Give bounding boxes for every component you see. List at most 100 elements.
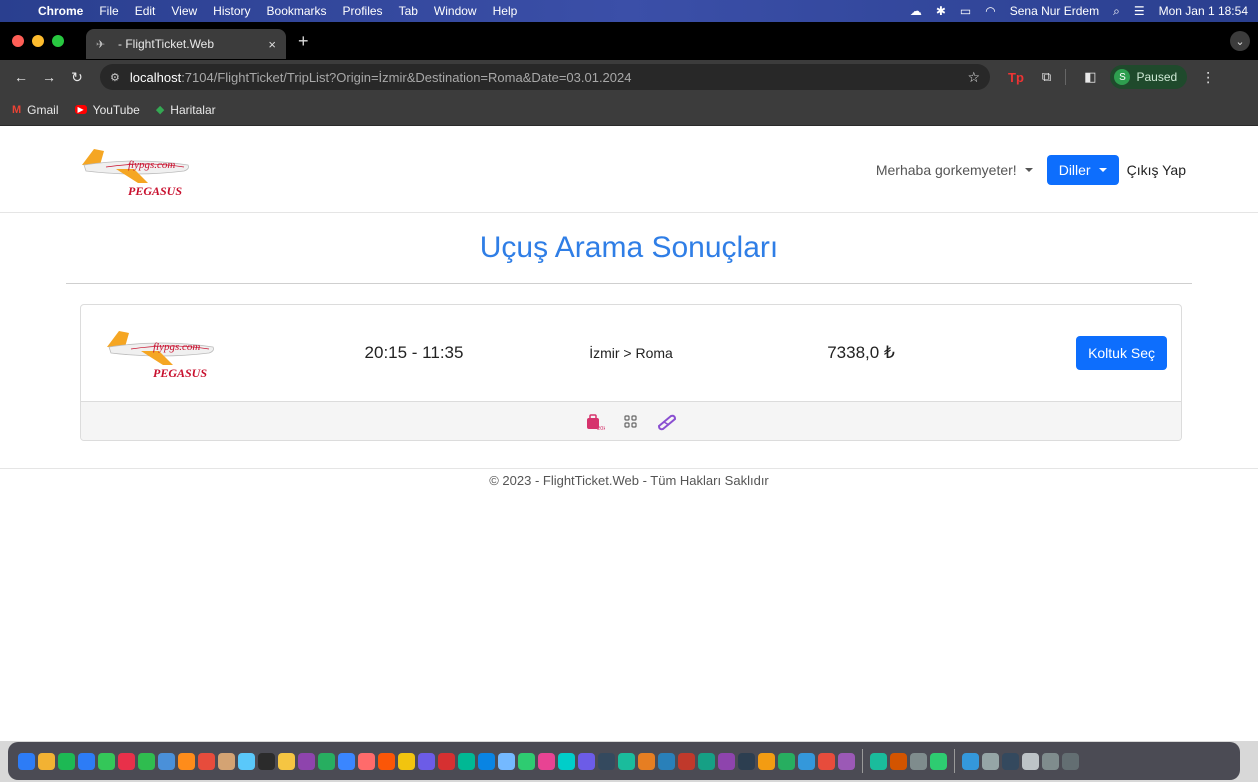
- pegasus-logo[interactable]: flypgs.com PEGASUS: [76, 143, 196, 199]
- zoom-window-button[interactable]: [52, 35, 64, 47]
- dock-app-icon[interactable]: [198, 752, 215, 770]
- dock-app-icon[interactable]: [518, 752, 535, 770]
- dock-app-icon[interactable]: [658, 752, 675, 770]
- minimize-window-button[interactable]: [32, 35, 44, 47]
- dock-app-icon[interactable]: [818, 752, 835, 770]
- dock-app-icon[interactable]: [758, 752, 775, 770]
- dock-app-icon[interactable]: [178, 752, 195, 770]
- bookmark-gmail[interactable]: M Gmail: [12, 103, 59, 117]
- dock-app-icon[interactable]: [318, 752, 335, 770]
- dock-app-icon[interactable]: [538, 752, 555, 770]
- dock-app-icon[interactable]: [418, 752, 435, 770]
- menu-view[interactable]: View: [171, 4, 197, 18]
- bluetooth-icon[interactable]: ✱: [936, 4, 946, 18]
- control-center-icon[interactable]: ☰: [1134, 4, 1145, 18]
- tab-search-icon[interactable]: ⌄: [1230, 31, 1250, 51]
- dock-app-icon[interactable]: [338, 752, 355, 770]
- menu-help[interactable]: Help: [493, 4, 518, 18]
- dock-app-icon[interactable]: [298, 752, 315, 770]
- baggage-icon: 20kg: [584, 413, 606, 431]
- dock-app-icon[interactable]: [982, 752, 999, 770]
- logout-link[interactable]: Çıkış Yap: [1127, 162, 1186, 178]
- menu-clock[interactable]: Mon Jan 1 18:54: [1159, 4, 1248, 18]
- greeting-text: Merhaba gorkemyeter!: [875, 162, 1017, 178]
- dock-app-icon[interactable]: [678, 752, 695, 770]
- cloud-icon[interactable]: ☁: [910, 4, 922, 18]
- menu-history[interactable]: History: [213, 4, 250, 18]
- wifi-icon[interactable]: ◠: [985, 4, 995, 18]
- dock-app-icon[interactable]: [738, 752, 755, 770]
- dock-app-icon[interactable]: [118, 752, 135, 770]
- dock-app-icon[interactable]: [578, 752, 595, 770]
- dock-app-icon[interactable]: [1042, 752, 1059, 770]
- new-tab-button[interactable]: +: [298, 31, 309, 52]
- dock-app-icon[interactable]: [478, 752, 495, 770]
- site-info-icon[interactable]: ⚙: [110, 71, 120, 84]
- extension-tp-icon[interactable]: Tp: [1008, 70, 1024, 85]
- dock-app-icon[interactable]: [18, 752, 35, 770]
- select-seat-button[interactable]: Koltuk Seç: [1076, 336, 1167, 370]
- dock-app-icon[interactable]: [358, 752, 375, 770]
- dock-app-icon[interactable]: [98, 752, 115, 770]
- reload-icon[interactable]: ↻: [66, 69, 88, 86]
- dock-app-icon[interactable]: [158, 752, 175, 770]
- dock-app-icon[interactable]: [870, 752, 887, 770]
- bookmarks-bar: M Gmail ▶ YouTube ◆ Haritalar: [0, 94, 1258, 126]
- address-bar[interactable]: ⚙ localhost :7104/FlightTicket/TripList?…: [100, 64, 990, 90]
- forward-icon[interactable]: →: [38, 69, 60, 85]
- dock-app-icon[interactable]: [498, 752, 515, 770]
- menu-user-name[interactable]: Sena Nur Erdem: [1010, 4, 1099, 18]
- battery-icon[interactable]: ▭: [960, 4, 971, 18]
- menu-app-chrome[interactable]: Chrome: [38, 4, 83, 18]
- dock-app-icon[interactable]: [458, 752, 475, 770]
- search-icon[interactable]: ⌕: [1113, 4, 1120, 19]
- dock-app-icon[interactable]: [138, 752, 155, 770]
- dock-app-icon[interactable]: [38, 752, 55, 770]
- dock-app-icon[interactable]: [58, 752, 75, 770]
- menu-window[interactable]: Window: [434, 4, 477, 18]
- profile-button[interactable]: S Paused: [1110, 65, 1188, 89]
- dock-app-icon[interactable]: [890, 752, 907, 770]
- dock-app-icon[interactable]: [1022, 752, 1039, 770]
- menu-edit[interactable]: Edit: [135, 4, 156, 18]
- bookmark-haritalar[interactable]: ◆ Haritalar: [156, 103, 216, 117]
- dock-app-icon[interactable]: [378, 752, 395, 770]
- menu-bookmarks[interactable]: Bookmarks: [267, 4, 327, 18]
- menu-tab[interactable]: Tab: [399, 4, 418, 18]
- dock-app-icon[interactable]: [398, 752, 415, 770]
- bookmark-youtube[interactable]: ▶ YouTube: [74, 103, 140, 117]
- dock-app-icon[interactable]: [698, 752, 715, 770]
- dock-app-icon[interactable]: [638, 752, 655, 770]
- flight-route: İzmir > Roma: [589, 345, 673, 361]
- dock-app-icon[interactable]: [910, 752, 927, 770]
- dock-app-icon[interactable]: [278, 752, 295, 770]
- side-panel-icon[interactable]: ◧: [1084, 69, 1096, 85]
- dock-app-icon[interactable]: [838, 752, 855, 770]
- user-dropdown[interactable]: Merhaba gorkemyeter!: [876, 162, 1033, 178]
- dock-app-icon[interactable]: [1062, 752, 1079, 770]
- dock-app-icon[interactable]: [1002, 752, 1019, 770]
- back-icon[interactable]: ←: [10, 69, 32, 85]
- menu-profiles[interactable]: Profiles: [343, 4, 383, 18]
- close-window-button[interactable]: [12, 35, 24, 47]
- dock-app-icon[interactable]: [258, 752, 275, 770]
- dock-app-icon[interactable]: [238, 752, 255, 770]
- dock-app-icon[interactable]: [438, 752, 455, 770]
- dock-app-icon[interactable]: [618, 752, 635, 770]
- dock-app-icon[interactable]: [718, 752, 735, 770]
- more-menu-icon[interactable]: ⋮: [1201, 69, 1215, 86]
- dock-app-icon[interactable]: [598, 752, 615, 770]
- menu-file[interactable]: File: [99, 4, 118, 18]
- extensions-puzzle-icon[interactable]: ⧉: [1042, 69, 1051, 85]
- tab-flightticket[interactable]: ✈ - FlightTicket.Web ×: [86, 29, 286, 59]
- dock-app-icon[interactable]: [778, 752, 795, 770]
- dock-app-icon[interactable]: [930, 752, 947, 770]
- dock-app-icon[interactable]: [962, 752, 979, 770]
- dock-app-icon[interactable]: [78, 752, 95, 770]
- dock-app-icon[interactable]: [218, 752, 235, 770]
- languages-dropdown-button[interactable]: Diller: [1046, 155, 1119, 185]
- close-tab-icon[interactable]: ×: [268, 37, 276, 52]
- dock-app-icon[interactable]: [798, 752, 815, 770]
- dock-app-icon[interactable]: [558, 752, 575, 770]
- bookmark-star-icon[interactable]: ☆: [967, 69, 980, 86]
